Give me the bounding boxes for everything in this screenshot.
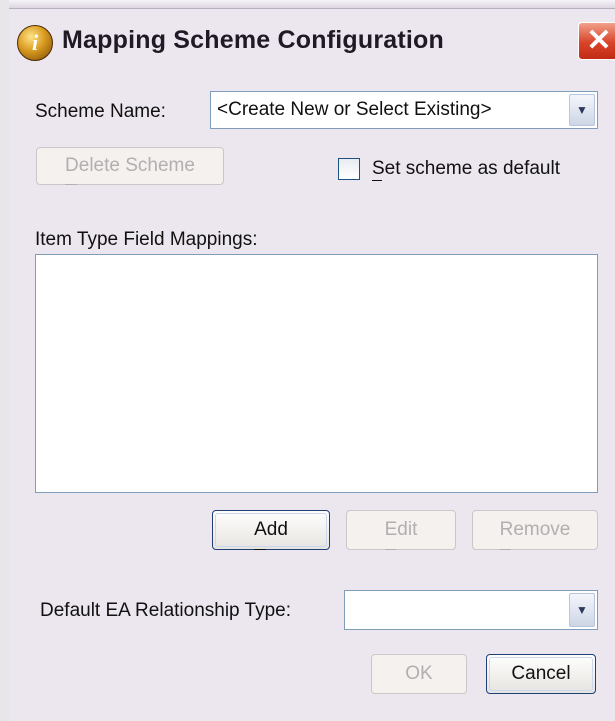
- title-bar-edge: [9, 0, 615, 9]
- cancel-button[interactable]: Cancel: [486, 654, 596, 694]
- item-type-mappings-label: Item Type Field Mappings:: [35, 229, 258, 250]
- set-default-label[interactable]: Set scheme as default: [372, 158, 560, 181]
- ok-label: OK: [405, 663, 433, 684]
- relationship-type-combo[interactable]: ▼: [344, 590, 598, 630]
- close-button[interactable]: ✕: [578, 22, 615, 60]
- cancel-label: Cancel: [511, 663, 571, 684]
- item-type-mappings-list[interactable]: [35, 254, 598, 493]
- delete-scheme-button[interactable]: Delete Scheme: [36, 147, 224, 185]
- close-icon: ✕: [586, 24, 612, 57]
- dialog-window: i Mapping Scheme Configuration ✕ Scheme …: [0, 0, 615, 721]
- scheme-dropdown-button[interactable]: ▼: [569, 94, 595, 126]
- chevron-down-icon: ▼: [576, 103, 588, 117]
- delete-scheme-label: Delete Scheme: [65, 148, 195, 185]
- scheme-name-value: <Create New or Select Existing>: [217, 99, 492, 120]
- remove-button[interactable]: Remove: [472, 510, 598, 550]
- relationship-dropdown-button[interactable]: ▼: [569, 593, 595, 627]
- title-bar[interactable]: i Mapping Scheme Configuration ✕: [9, 0, 615, 80]
- remove-label: Remove: [499, 511, 570, 550]
- chevron-down-icon: ▼: [576, 603, 588, 617]
- relationship-type-label: Default EA Relationship Type:: [40, 600, 292, 621]
- info-icon: i: [17, 25, 53, 61]
- set-default-text: Set scheme as default: [372, 158, 560, 181]
- set-default-checkbox[interactable]: [338, 158, 360, 180]
- add-label: Add: [254, 511, 288, 550]
- edit-button[interactable]: Edit: [346, 510, 456, 550]
- add-button[interactable]: Add: [212, 510, 330, 550]
- edit-label: Edit: [384, 511, 417, 550]
- dialog-title: Mapping Scheme Configuration: [62, 26, 444, 54]
- ok-button[interactable]: OK: [371, 654, 467, 694]
- scheme-name-combo[interactable]: <Create New or Select Existing> ▼: [210, 91, 598, 129]
- scheme-name-label: Scheme Name:: [35, 101, 166, 122]
